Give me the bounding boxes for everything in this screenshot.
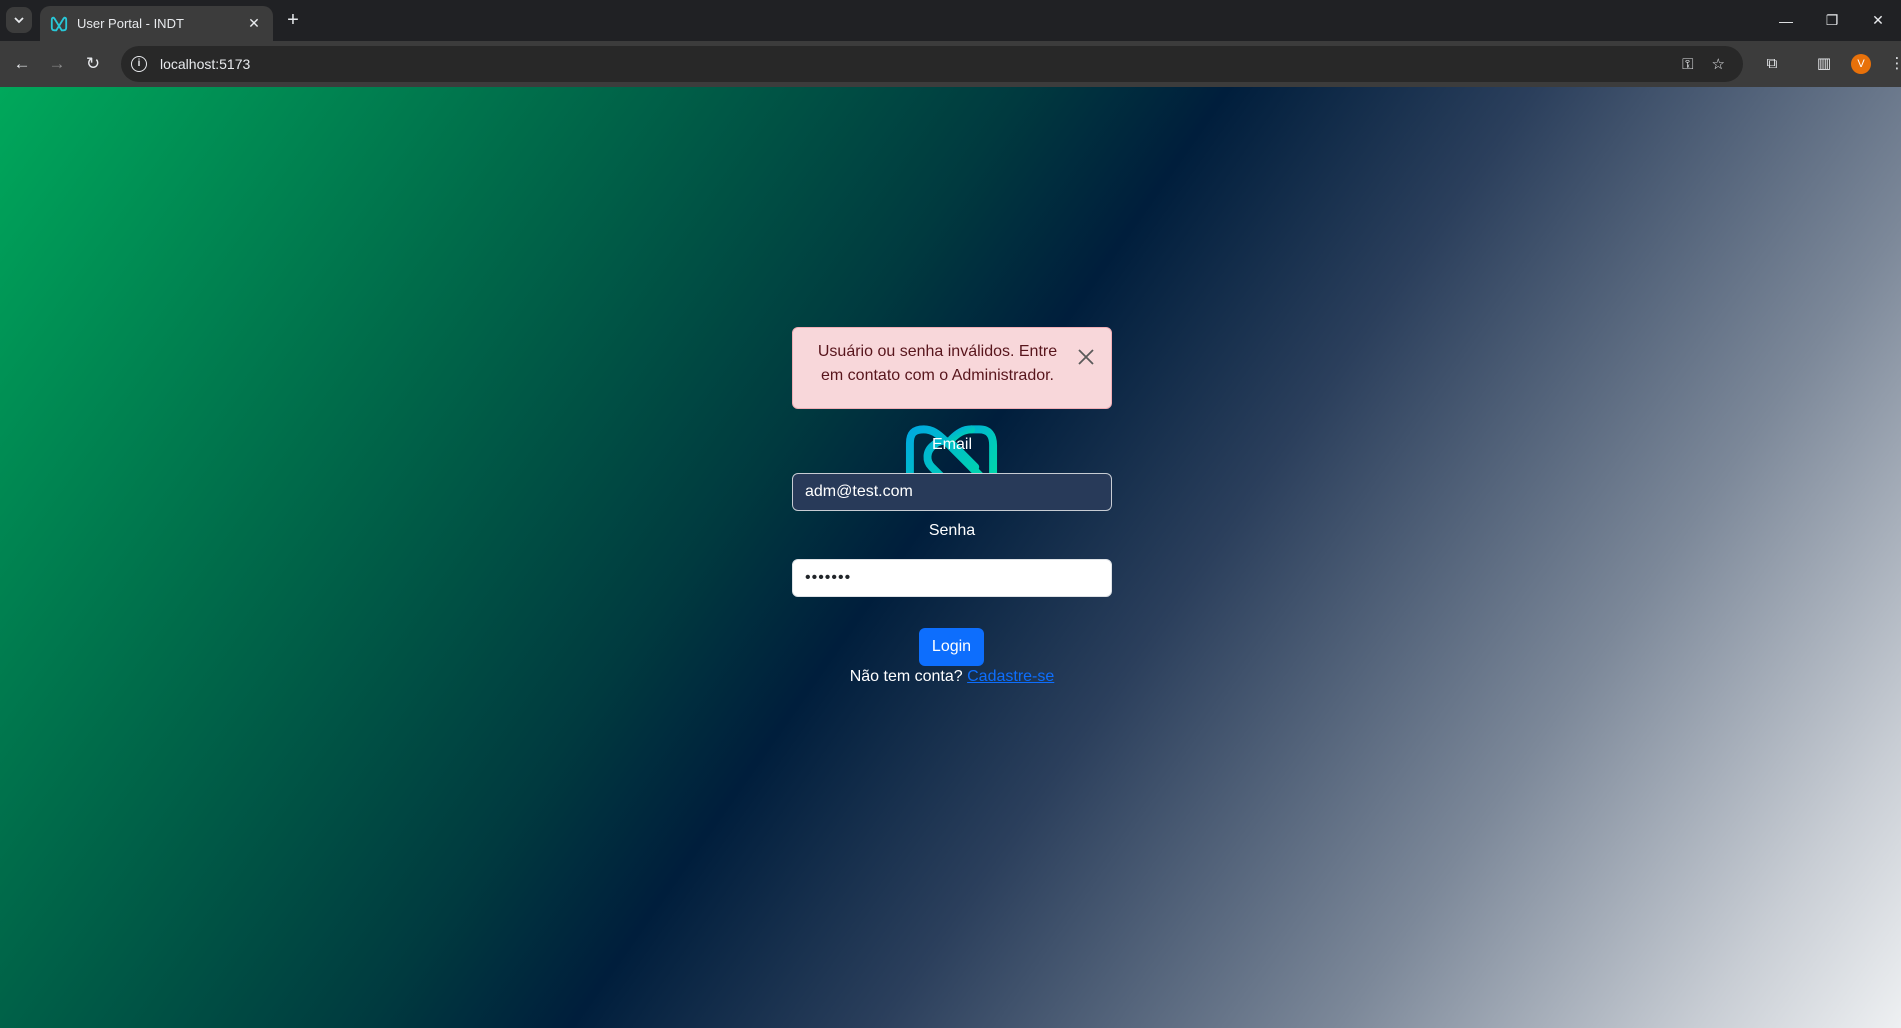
new-tab-button[interactable]: + [282, 9, 304, 31]
indt-logo-icon [50, 16, 68, 31]
email-field[interactable] [792, 473, 1112, 511]
menu-icon[interactable]: ⋮ [1886, 53, 1901, 75]
chevron-down-icon [14, 17, 24, 24]
login-button[interactable]: Login [919, 628, 984, 666]
profile-avatar[interactable]: V [1851, 54, 1871, 74]
browser-toolbar: ← → ↻ i localhost:5173 ⚿ ☆ ⧉ ▥ V ⋮ [0, 41, 1901, 87]
reload-icon[interactable]: ↻ [81, 52, 105, 76]
url-text[interactable]: localhost:5173 [160, 56, 1682, 72]
signup-prompt-text: Não tem conta? [849, 668, 963, 685]
close-icon[interactable] [1075, 346, 1097, 368]
page-viewport: Usuário ou senha inválidos. Entre em con… [0, 87, 1901, 1028]
back-icon[interactable]: ← [10, 52, 34, 76]
side-panel-icon[interactable]: ▥ [1813, 53, 1835, 75]
password-key-icon[interactable]: ⚿ [1682, 56, 1693, 73]
bookmark-star-icon[interactable]: ☆ [1712, 55, 1725, 73]
extensions-icon[interactable]: ⧉ [1761, 53, 1783, 75]
forward-icon[interactable]: → [45, 52, 69, 76]
signup-prompt: Não tem conta? Cadastre-se [792, 668, 1112, 686]
signup-link[interactable]: Cadastre-se [967, 668, 1054, 685]
password-label: Senha [928, 522, 976, 539]
window-controls: — ❐ ✕ [1763, 0, 1901, 41]
tab-search-button[interactable] [6, 7, 32, 33]
alert-message: Usuário ou senha inválidos. Entre em con… [817, 343, 1058, 384]
address-bar[interactable]: i localhost:5173 ⚿ ☆ [121, 46, 1743, 82]
tab-title: User Portal - INDT [77, 16, 184, 31]
tab-close-icon[interactable]: ✕ [245, 15, 263, 32]
error-alert: Usuário ou senha inválidos. Entre em con… [792, 327, 1112, 409]
browser-tab-bar: User Portal - INDT ✕ + — ❐ ✕ [0, 0, 1901, 41]
browser-tab[interactable]: User Portal - INDT ✕ [40, 6, 273, 41]
restore-icon[interactable]: ❐ [1809, 0, 1855, 41]
password-field[interactable] [792, 559, 1112, 597]
site-info-icon[interactable]: i [131, 56, 147, 72]
email-label: Email [931, 436, 972, 453]
minimize-icon[interactable]: — [1763, 0, 1809, 41]
close-window-icon[interactable]: ✕ [1855, 0, 1901, 41]
